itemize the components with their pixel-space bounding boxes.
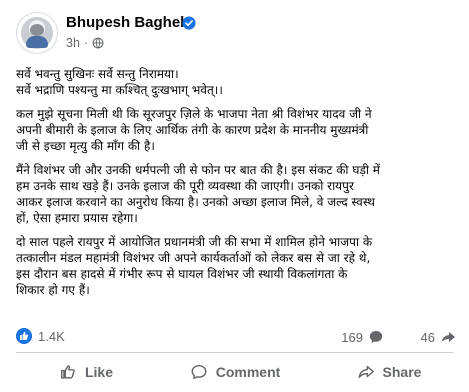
post-header: Bhupesh Baghel 3h ·	[16, 12, 456, 58]
post-body: सर्वे भवन्तु सुखिनः सर्वे सन्तु निरामया।…	[16, 66, 462, 306]
comment-bubble-icon	[369, 331, 383, 343]
post-paragraph: सर्वे भवन्तु सुखिनः सर्वे सन्तु निरामया।…	[16, 66, 462, 98]
post-line: मैंने विशंभर जी और उनकी धर्मपत्नी जी से …	[16, 163, 380, 177]
like-button[interactable]: Like	[16, 356, 156, 388]
post-paragraph: कल मुझे सूचना मिली थी कि सूरजपुर ज़िले क…	[16, 106, 462, 154]
thumbs-up-outline-icon	[60, 365, 75, 379]
actions-divider	[16, 352, 453, 353]
globe-icon	[92, 37, 104, 49]
post-line: अपनी बीमारी के इलाज के लिए आर्थिक तंगी क…	[16, 123, 369, 137]
share-button[interactable]: Share	[314, 356, 464, 388]
post-line: शिकार हो गए हैं।	[16, 283, 90, 297]
avatar-image	[21, 17, 53, 49]
post-line: सर्वे भद्राणि पश्यन्तु मा कश्चित् दुःखभा…	[16, 83, 223, 97]
post-line: सर्वे भवन्तु सुखिनः सर्वे सन्तु निरामया।	[16, 67, 179, 81]
post-line: कल मुझे सूचना मिली थी कि सूरजपुर ज़िले क…	[16, 107, 372, 121]
comment-outline-icon	[191, 364, 207, 380]
post-line: इस दौरान बस हादसे में गंभीर रूप से घायल …	[16, 267, 348, 281]
avatar[interactable]	[16, 12, 58, 54]
like-button-label: Like	[84, 364, 113, 380]
share-arrow-icon	[441, 332, 455, 343]
comment-count-group[interactable]: 169	[341, 329, 384, 345]
share-count-group[interactable]: 46	[421, 329, 456, 345]
reactions-bar: 1.4K 169 46	[16, 327, 456, 347]
like-count[interactable]: 1.4K	[38, 329, 65, 344]
post-line: आकर इलाज करवाने का अनुरोध किया है। उनको …	[16, 195, 375, 209]
comment-count: 169	[341, 329, 363, 345]
meta-separator: ·	[83, 36, 89, 50]
post-line: दो साल पहले रायपुर में आयोजित प्रधानमंत्…	[16, 235, 373, 249]
post-meta: 3h ·	[66, 36, 104, 50]
post-line: हम उनके साथ खड़े हैं। उनके इलाज की पूरी …	[16, 179, 354, 193]
thumbs-up-icon[interactable]	[16, 328, 32, 344]
comment-button-label: Comment	[215, 364, 281, 380]
share-outline-icon	[358, 365, 374, 378]
post-line: हों, ऐसा हमारा प्रयास रहेगा।	[16, 211, 138, 225]
post-paragraph: दो साल पहले रायपुर में आयोजित प्रधानमंत्…	[16, 234, 462, 298]
post-time[interactable]: 3h	[66, 36, 80, 50]
post-line: जी से इच्छा मृत्यु की माँग की है।	[16, 139, 155, 153]
comment-button[interactable]: Comment	[160, 356, 310, 388]
share-button-label: Share	[382, 364, 422, 380]
verified-badge-icon	[182, 16, 196, 30]
post-actions: Like Comment Share	[0, 356, 469, 388]
author-name[interactable]: Bhupesh Baghel	[66, 14, 184, 31]
share-count: 46	[420, 329, 435, 345]
post-paragraph: मैंने विशंभर जी और उनकी धर्मपत्नी जी से …	[16, 162, 462, 226]
post-line: तत्कालीन मंडल महामंत्री विशंभर जी अपने क…	[16, 251, 371, 265]
